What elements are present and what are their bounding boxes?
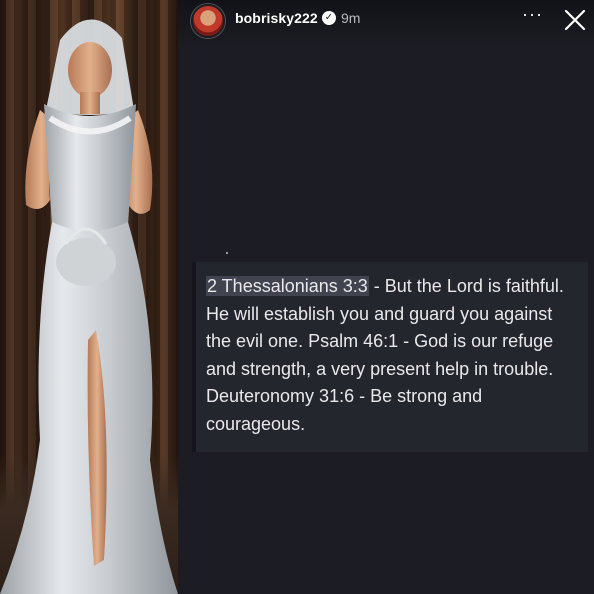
post-time: 9m bbox=[341, 10, 361, 26]
verified-badge-icon: ✓ bbox=[322, 11, 336, 25]
avatar[interactable] bbox=[191, 4, 225, 38]
close-icon[interactable] bbox=[563, 8, 587, 32]
verse-card: 2 Thessalonians 3:3 - But the Lord is fa… bbox=[192, 262, 588, 452]
decorative-dot bbox=[226, 252, 228, 254]
card-edge bbox=[192, 262, 196, 452]
story-panel: bobrisky222 ✓ 9m ··· 2 Thessalonians 3:3… bbox=[178, 0, 594, 594]
username[interactable]: bobrisky222 bbox=[235, 10, 318, 26]
verse-body: - But the Lord is faithful. He will esta… bbox=[206, 276, 564, 434]
more-options-button[interactable]: ··· bbox=[522, 4, 543, 25]
woman-in-silver-gown-illustration bbox=[0, 19, 178, 594]
verse-text: 2 Thessalonians 3:3 - But the Lord is fa… bbox=[206, 273, 578, 438]
story-photo bbox=[0, 0, 178, 594]
verse-reference-highlight: 2 Thessalonians 3:3 bbox=[206, 276, 369, 296]
